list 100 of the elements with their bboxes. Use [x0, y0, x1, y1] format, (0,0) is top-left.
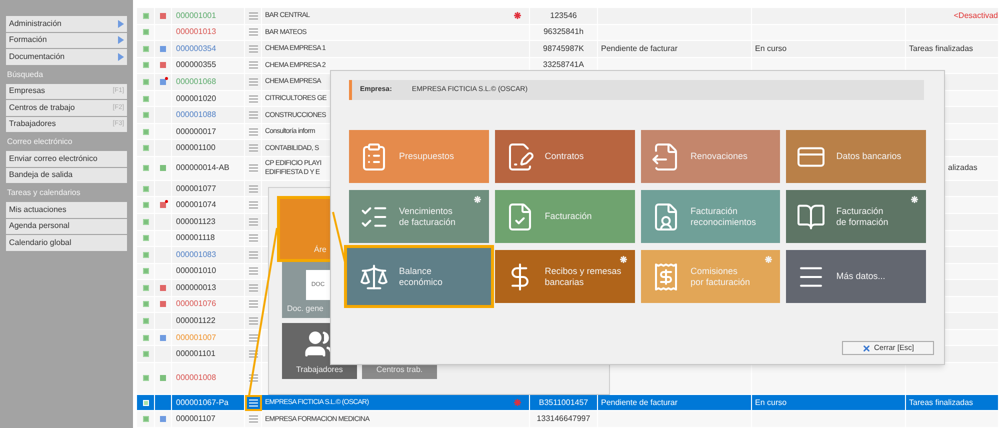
code-text: 000001100 [176, 142, 216, 154]
list-icon[interactable] [248, 300, 258, 308]
item-label: Calendario global [9, 236, 72, 249]
leader-line [332, 212, 346, 262]
tile-label: Facturación reconocimientos [690, 206, 756, 228]
item-label: Centros de trabajo [9, 102, 75, 114]
status-square [142, 252, 148, 258]
status-square [142, 284, 148, 291]
code-text: 000001101 [176, 348, 216, 360]
list-icon[interactable] [248, 218, 258, 226]
tax-id: 96325841h [543, 26, 584, 38]
menu-tile[interactable]: Balance económico [344, 245, 494, 308]
list-icon[interactable] [248, 94, 258, 102]
phase-status: En curso [755, 396, 787, 409]
menu-tile[interactable]: Recibos y remesas bancarias [494, 250, 634, 303]
list-icon[interactable] [248, 61, 258, 70]
task-status: Tareas finalizadas [909, 396, 974, 409]
tile-label: Doc. gene [287, 303, 324, 315]
item-label: Empresas [9, 85, 46, 98]
list-icon[interactable] [248, 111, 258, 120]
list-icon[interactable] [248, 334, 258, 342]
code-text: 000000355 [176, 59, 216, 72]
list-icon[interactable] [248, 374, 258, 382]
item-label: Mis actuaciones [9, 204, 66, 216]
list-icon[interactable] [248, 28, 258, 36]
menu-tile[interactable]: Contratos [494, 130, 634, 183]
code-text: 000000354 [176, 42, 216, 55]
tile-label: Trabajadores [295, 364, 344, 376]
status-square [142, 334, 148, 341]
code-text: 000001020 [176, 92, 216, 104]
tax-id: 123546 [550, 10, 577, 22]
sidebar-item[interactable]: Calendario global [6, 235, 127, 250]
sidebar-item[interactable]: Bandeja de salida [6, 168, 127, 183]
status-square [142, 218, 148, 225]
item-label: Bandeja de salida [9, 169, 73, 182]
list-icon[interactable] [248, 78, 258, 86]
status-square [142, 112, 148, 118]
list-icon[interactable] [248, 234, 258, 242]
close-icon [862, 344, 871, 352]
code-text: 000000013 [176, 282, 216, 294]
sidebar-item[interactable]: Agenda personal [6, 218, 127, 234]
billing-status: Pendiente de facturar [601, 396, 678, 409]
code-text: 000001007 [176, 332, 216, 344]
status-square [142, 29, 148, 36]
status-square [142, 301, 148, 308]
tile-label: Balance económico [399, 266, 443, 288]
code-text: 000001010 [176, 265, 216, 278]
status-square [142, 318, 148, 324]
item-label: Formación [9, 34, 47, 46]
sidebar-item[interactable]: Formación [6, 32, 127, 48]
tile-label: Facturación [544, 211, 592, 222]
status-square [142, 145, 148, 152]
item-label: Trabajadores [9, 118, 56, 130]
list-icon[interactable] [248, 12, 258, 20]
status-square [142, 416, 148, 422]
list-icon[interactable] [248, 164, 258, 172]
code-text: 000001068 [176, 76, 216, 88]
task-status: <Desactivad [954, 10, 998, 22]
list-icon[interactable] [248, 317, 258, 325]
item-label: Agenda personal [9, 220, 70, 232]
sidebar-item[interactable]: Enviar correo electrónico [6, 151, 127, 166]
status-square [142, 268, 148, 274]
item-label: Documentación [9, 50, 65, 63]
tax-id: 98745987K [543, 42, 584, 55]
section-header: Búsqueda [6, 68, 44, 81]
status-square [142, 186, 148, 192]
code-text: 000001067-Pa [176, 396, 228, 409]
code-text: 000001107 [176, 413, 216, 426]
code-text: 000001122 [176, 315, 216, 327]
tax-id: 33258741A [543, 59, 584, 72]
tile-label: Renovaciones [690, 151, 748, 162]
list-icon[interactable] [248, 250, 258, 259]
sidebar-item[interactable]: Documentación [6, 49, 127, 64]
list-icon[interactable] [248, 267, 258, 276]
tile-label: Presupuestos [399, 151, 454, 162]
code-text: 000001076 [176, 298, 216, 310]
tile-label: Más datos... [836, 271, 886, 282]
code-text: 000001088 [176, 109, 216, 122]
billing-status: Pendiente de facturar [601, 42, 678, 55]
tile-label: Comisiones por facturación [690, 266, 750, 288]
list-icon[interactable] [248, 144, 258, 152]
status-square [142, 62, 148, 68]
tile-label: Centros trab. [375, 364, 424, 376]
task-status: Tareas finalizadas [909, 42, 974, 55]
menu-tile[interactable]: Más datos... [786, 250, 926, 303]
list-icon[interactable] [248, 398, 258, 407]
list-icon[interactable] [248, 201, 258, 210]
list-icon[interactable] [248, 128, 258, 136]
list-icon[interactable] [248, 184, 258, 193]
tile-label: Recibos y remesas bancarias [544, 266, 622, 288]
list-icon[interactable] [248, 284, 258, 292]
code-text: 000001008 [176, 372, 216, 384]
list-icon[interactable] [248, 44, 258, 53]
tile-label: Áre [314, 244, 326, 256]
sidebar-item[interactable]: Mis actuaciones [6, 202, 127, 218]
list-icon[interactable] [248, 350, 258, 358]
list-icon[interactable] [248, 415, 258, 424]
sidebar-item[interactable]: Administración [6, 16, 127, 32]
status-square [142, 235, 148, 242]
menu-tile[interactable]: Facturación de formación [786, 190, 926, 243]
